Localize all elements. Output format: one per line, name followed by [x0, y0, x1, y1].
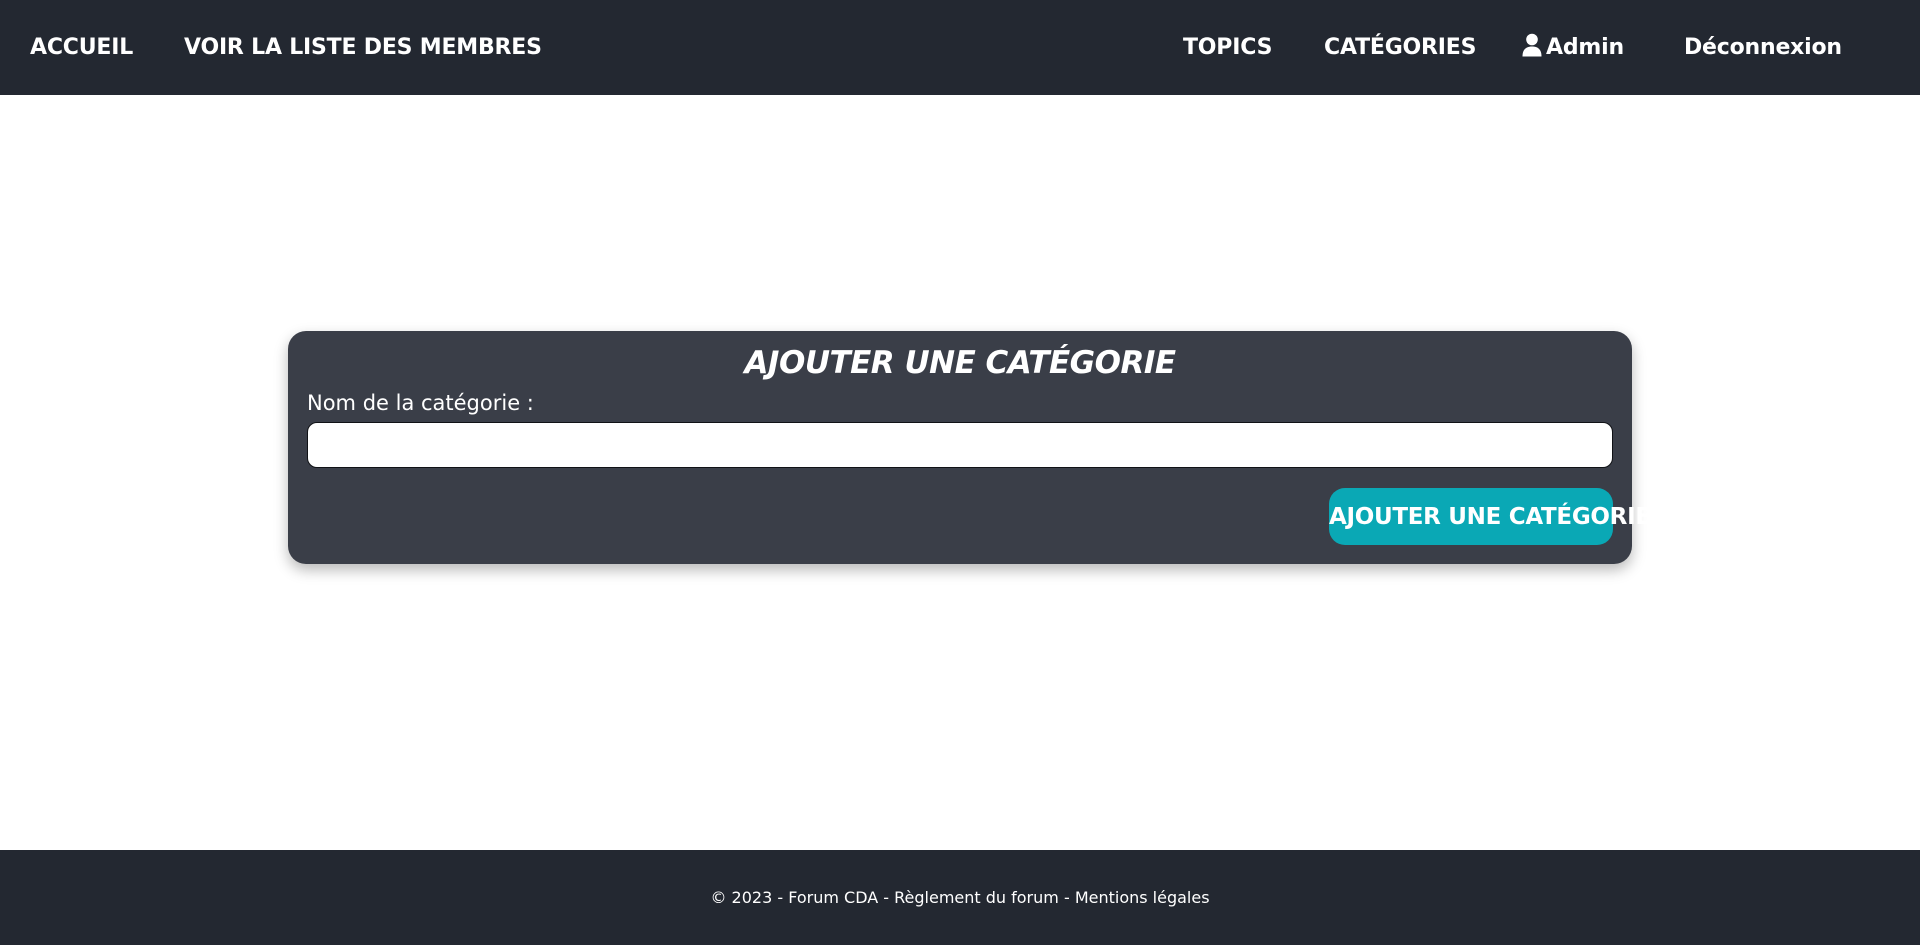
user-icon — [1522, 33, 1542, 57]
category-name-input[interactable] — [307, 422, 1613, 468]
footer-separator: - — [1058, 888, 1075, 907]
nav-link-topics[interactable]: TOPICS — [1183, 0, 1272, 95]
nav-link-home[interactable]: ACCUEIL — [30, 0, 133, 95]
nav-link-categories[interactable]: CATÉGORIES — [1324, 0, 1476, 95]
footer-link-legal[interactable]: Mentions légales — [1075, 888, 1210, 907]
page-footer: © 2023 - Forum CDA - Règlement du forum … — [0, 850, 1920, 945]
footer-link-rules[interactable]: Règlement du forum — [894, 888, 1059, 907]
nav-link-members-list[interactable]: VOIR LA LISTE DES MEMBRES — [184, 0, 542, 95]
footer-copyright: © 2023 - Forum CDA - — [710, 888, 895, 907]
add-category-form: AJOUTER UNE CATÉGORIE Nom de la catégori… — [288, 331, 1651, 564]
category-name-label: Nom de la catégorie : — [307, 391, 534, 415]
form-title: AJOUTER UNE CATÉGORIE — [744, 345, 1176, 381]
nav-link-admin-profile[interactable]: Admin — [1522, 0, 1624, 95]
nav-link-logout[interactable]: Déconnexion — [1684, 0, 1842, 95]
add-category-button[interactable]: AJOUTER UNE CATÉGORIE — [1329, 488, 1651, 545]
top-navbar: ACCUEIL VOIR LA LISTE DES MEMBRES TOPICS… — [0, 0, 1920, 95]
nav-admin-label: Admin — [1546, 35, 1624, 60]
